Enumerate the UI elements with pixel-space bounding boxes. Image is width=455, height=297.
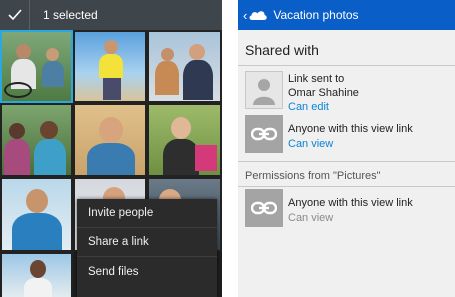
photo-tile[interactable] — [0, 177, 73, 252]
share-context-menu: Invite people Share a link Send files — [77, 199, 217, 297]
photo-tile[interactable] — [0, 30, 73, 103]
inherited-permissions-header: Permissions from "Pictures" — [245, 170, 381, 182]
selected-count-label: 1 selected — [43, 8, 98, 22]
photo-tile[interactable] — [0, 252, 73, 297]
app-top-bar: ‹ Vacation photos — [238, 0, 455, 30]
menu-item-invite-people[interactable]: Invite people — [77, 199, 217, 228]
checkmark-icon — [7, 9, 22, 21]
photo-tile[interactable] — [73, 30, 147, 103]
entry-name: Omar Shahine — [288, 87, 359, 99]
permission-link[interactable]: Can edit — [288, 101, 329, 113]
permission-text: Can view — [288, 212, 334, 224]
chevron-left-icon[interactable]: ‹ — [243, 8, 247, 23]
entry-line-1: Link sent to — [288, 73, 345, 85]
photo-tile[interactable] — [73, 103, 147, 177]
entry-line-1: Anyone with this view link — [288, 197, 413, 209]
share-entry-link[interactable]: Anyone with this view link Can view — [238, 115, 455, 155]
selection-action-bar: 1 selected — [0, 0, 222, 30]
shared-with-header: Shared with — [245, 42, 319, 58]
photo-tile[interactable] — [147, 30, 222, 103]
divider — [238, 65, 455, 66]
person-avatar-icon — [245, 71, 283, 109]
onedrive-cloud-icon — [249, 11, 268, 20]
divider — [238, 161, 455, 162]
menu-item-share-link[interactable]: Share a link — [77, 228, 217, 257]
photo-tile[interactable] — [0, 103, 73, 177]
inherited-entry-link: Anyone with this view link Can view — [238, 189, 455, 229]
share-entry-person[interactable]: Link sent to Omar Shahine Can edit — [238, 71, 455, 113]
page-title: Vacation photos — [273, 8, 359, 22]
link-icon — [245, 189, 283, 227]
permission-link[interactable]: Can view — [288, 138, 333, 150]
entry-line-1: Anyone with this view link — [288, 123, 413, 135]
photo-gallery-screen: 1 selected Invite people Share a link Se… — [0, 0, 222, 297]
divider — [238, 186, 455, 187]
sharing-permissions-screen: ‹ Vacation photos Shared with Link sent … — [238, 0, 455, 297]
photo-tile[interactable] — [147, 103, 222, 177]
link-icon — [245, 115, 283, 153]
menu-item-send-files[interactable]: Send files — [77, 257, 217, 286]
done-button[interactable] — [0, 0, 30, 30]
